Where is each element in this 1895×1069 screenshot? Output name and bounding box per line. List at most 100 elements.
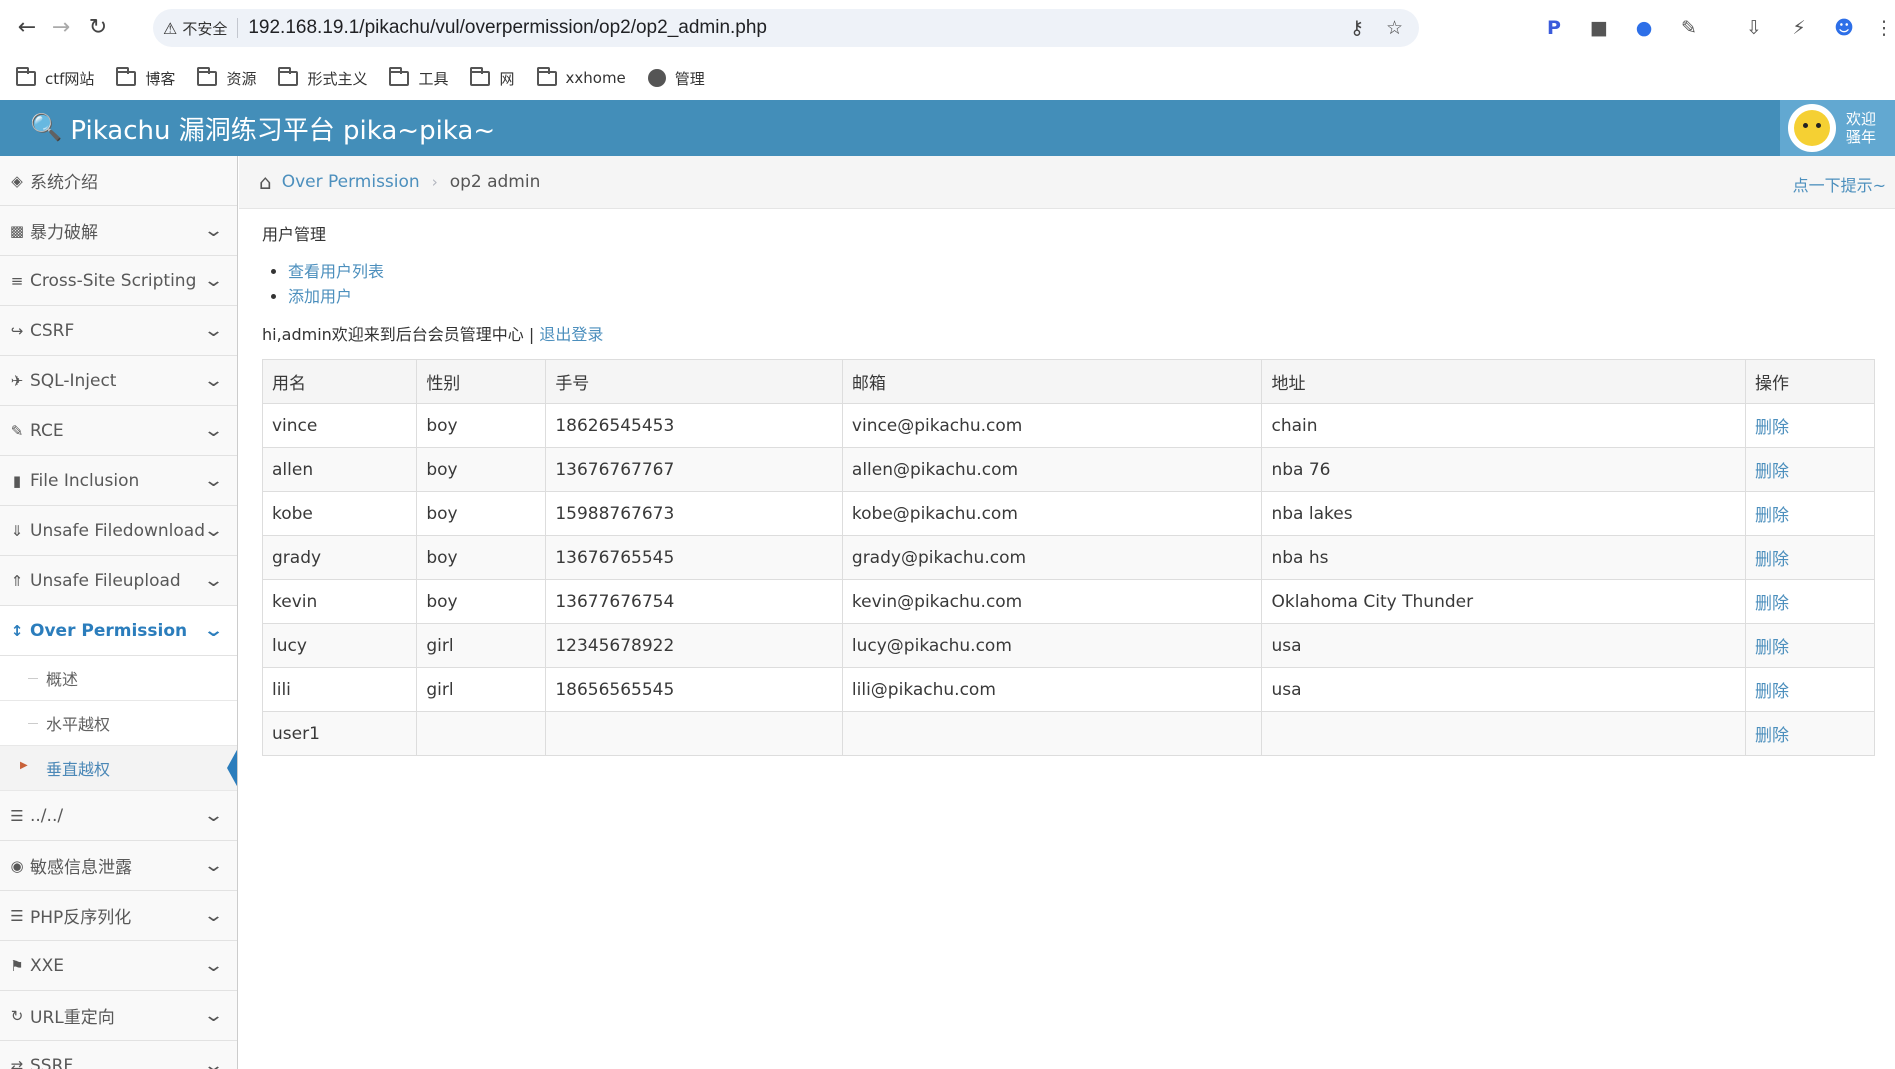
delete-link[interactable]: 删除: [1744, 623, 1876, 668]
table-cell: user1: [261, 711, 418, 756]
sidebar-item-over-permission[interactable]: ↕ Over Permission ⌄: [0, 606, 237, 656]
camera-icon: ◉: [10, 856, 24, 875]
upload-circle-icon: ⇑: [10, 571, 24, 590]
submenu-item-vertical[interactable]: ▶ 垂直越权: [0, 746, 237, 791]
sidebar-item-bruteforce[interactable]: ▩ 暴力破解 ⌄: [0, 206, 237, 256]
sidebar-item-label: Unsafe Fileupload: [30, 570, 181, 591]
table-cell: nba 76: [1261, 447, 1746, 492]
pikachu-icon: [1794, 110, 1830, 146]
address-bar[interactable]: ⚠ 不安全 192.168.19.1/pikachu/vul/overpermi…: [153, 9, 1419, 47]
delete-link[interactable]: 删除: [1744, 667, 1876, 712]
sidebar-item-label: PHP反序列化: [30, 908, 132, 928]
delete-link[interactable]: 删除: [1744, 403, 1876, 448]
extension-game-icon[interactable]: ■: [1585, 14, 1613, 42]
add-user-link[interactable]: 添加用户: [288, 287, 352, 306]
folder-icon: [278, 66, 299, 86]
bookmark-item[interactable]: 形式主义: [278, 66, 368, 89]
sidebar-item-xss[interactable]: ≡ Cross-Site Scripting ⌄: [0, 256, 237, 306]
bookmark-item[interactable]: xxhome: [536, 66, 626, 87]
submenu-item-label: 水平越权: [46, 715, 111, 734]
table-row: user1 删除: [261, 711, 1876, 756]
welcome-line-2: 骚年: [1846, 128, 1877, 146]
sidebar: ◈ 系统介绍 ▩ 暴力破解 ⌄ ≡ Cross-Site Scripting ⌄ ↪ CSR…: [0, 156, 238, 1069]
hint-link[interactable]: 点一下提示~: [1793, 172, 1886, 196]
extensions-puzzle-icon[interactable]: ✎: [1675, 14, 1703, 42]
delete-link[interactable]: 删除: [1744, 711, 1876, 756]
submenu-item-overview[interactable]: 概述: [0, 656, 237, 701]
delete-link[interactable]: 删除: [1744, 535, 1876, 580]
table-cell: nba hs: [1261, 535, 1746, 580]
table-cell: kobe: [261, 491, 418, 536]
profile-icon[interactable]: ☻: [1830, 14, 1858, 42]
table-cell: vince: [261, 403, 418, 448]
sidebar-item-label: File Inclusion: [30, 470, 140, 491]
sidebar-item-fileupload[interactable]: ⇑ Unsafe Fileupload ⌄: [0, 556, 237, 606]
sidebar-item-rce[interactable]: ✎ RCE ⌄: [0, 406, 237, 456]
breadcrumb-link-over-permission[interactable]: Over Permission: [282, 172, 420, 192]
bookmark-item[interactable]: 网: [470, 66, 515, 89]
delete-link[interactable]: 删除: [1744, 447, 1876, 492]
user-menu[interactable]: 欢迎 骚年: [1780, 100, 1895, 156]
table-row: vince boy 18626545453 vince@pikachu.com chai…: [261, 403, 1876, 448]
bookmark-item[interactable]: 工具: [389, 66, 448, 89]
forward-arrow-icon[interactable]: →: [46, 12, 76, 42]
view-user-list-link[interactable]: 查看用户列表: [288, 262, 384, 281]
bookmark-item[interactable]: 管理: [647, 68, 705, 89]
menu-icon[interactable]: ⋮: [1870, 14, 1895, 42]
chevron-down-icon: ⌄: [202, 570, 225, 591]
sidebar-item-csrf[interactable]: ↪ CSRF ⌄: [0, 306, 237, 356]
logout-link[interactable]: 退出登录: [539, 325, 603, 344]
user-table: 用名 性别 手号 邮箱 地址 操作 vince boy 18626545453 vin…: [261, 359, 1876, 756]
delete-link[interactable]: 删除: [1744, 579, 1876, 624]
breadcrumb-current: op2 admin: [449, 172, 541, 192]
list-icon: ☰: [10, 806, 24, 825]
chevron-down-icon: ⌄: [202, 320, 225, 341]
sidebar-item-intro[interactable]: ◈ 系统介绍: [0, 156, 237, 206]
download-icon[interactable]: ⇩: [1740, 14, 1768, 42]
table-row: allen boy 13676767767 allen@pikachu.com nba …: [261, 447, 1876, 492]
sidebar-item-php-unserialize[interactable]: ☰ PHP反序列化 ⌄: [0, 891, 237, 941]
refresh-icon: ↻: [10, 1006, 24, 1025]
sidebar-item-xxe[interactable]: ⚑ XXE ⌄: [0, 941, 237, 991]
sidebar-item-sqli[interactable]: ✈ SQL-Inject ⌄: [0, 356, 237, 406]
password-key-icon[interactable]: ⚷: [1350, 17, 1364, 39]
table-cell: 13676767767: [545, 447, 843, 492]
delete-link[interactable]: 删除: [1744, 491, 1876, 536]
table-row: grady boy 13676765545 grady@pikachu.com nba …: [261, 535, 1876, 580]
sidebar-item-url-redirect[interactable]: ↻ URL重定向 ⌄: [0, 991, 237, 1041]
bookmark-label: 网: [499, 69, 515, 88]
home-icon[interactable]: ⌂: [259, 170, 272, 194]
reload-icon[interactable]: ↻: [83, 12, 113, 42]
table-row: lili girl 18656565545 lili@pikachu.com usa 删除: [261, 667, 1876, 712]
sidebar-item-info-leak[interactable]: ◉ 敏感信息泄露 ⌄: [0, 841, 237, 891]
back-arrow-icon[interactable]: ←: [12, 12, 42, 42]
bookmark-item[interactable]: 资源: [197, 66, 256, 89]
extension-blue-icon[interactable]: ●: [1630, 14, 1658, 42]
bookmark-item[interactable]: 博客: [116, 66, 175, 89]
welcome-line-1: 欢迎: [1846, 110, 1877, 128]
sidebar-item-ssrf[interactable]: ⇄ SSRF ⌄: [0, 1041, 237, 1069]
extension-p-icon[interactable]: P: [1540, 14, 1568, 42]
bookmark-label: ctf网站: [45, 69, 95, 88]
folder-icon: [470, 66, 491, 86]
sidebar-item-filedownload[interactable]: ⇓ Unsafe Filedownload ⌄: [0, 506, 237, 556]
section-title: 用户管理: [262, 225, 327, 244]
url-text[interactable]: 192.168.19.1/pikachu/vul/overpermission/…: [248, 17, 767, 39]
table-cell: [545, 711, 843, 756]
submenu-item-horizontal[interactable]: 水平越权: [0, 701, 237, 746]
bookmark-item[interactable]: ctf网站: [16, 66, 95, 89]
app-title[interactable]: 🔍 Pikachu 漏洞练习平台 pika~pika~: [30, 100, 495, 156]
table-cell: Oklahoma City Thunder: [1261, 579, 1746, 624]
sidebar-item-dir-traversal[interactable]: ☰ ../../ ⌄: [0, 791, 237, 841]
table-cell: lucy: [261, 623, 418, 668]
bookmark-label: 形式主义: [307, 69, 368, 88]
bookmark-label: xxhome: [565, 69, 626, 87]
column-header: 用名: [261, 359, 418, 404]
folder-icon: [536, 66, 557, 86]
security-chip[interactable]: ⚠ 不安全: [163, 18, 227, 39]
table-cell: 18626545453: [545, 403, 843, 448]
sidebar-item-file-inclusion[interactable]: ▮ File Inclusion ⌄: [0, 456, 237, 506]
performance-icon[interactable]: ⚡: [1785, 14, 1813, 42]
sidebar-item-label: Cross-Site Scripting: [30, 270, 197, 291]
bookmark-star-icon[interactable]: ☆: [1386, 17, 1403, 39]
